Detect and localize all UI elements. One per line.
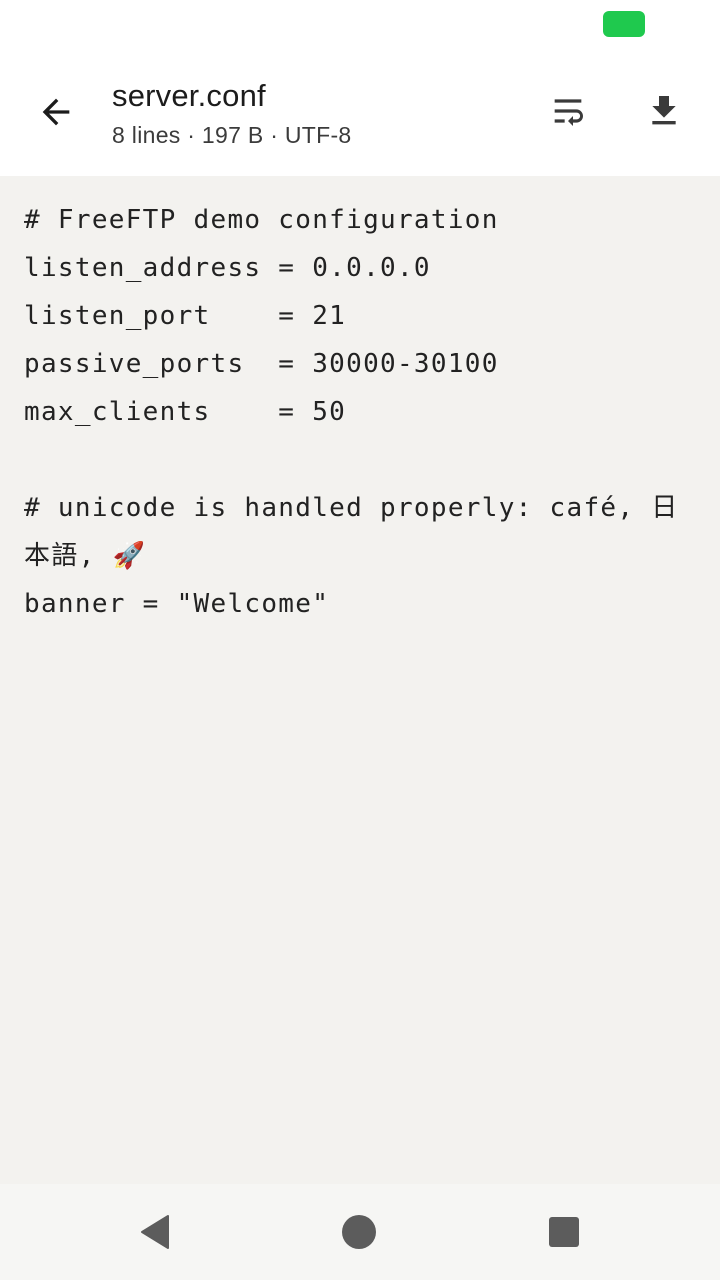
back-button[interactable] (24, 80, 88, 144)
code-line: passive_ports = 30000-30100 (24, 349, 499, 379)
code-line: listen_address = 0.0.0.0 (24, 253, 431, 283)
file-content-viewer[interactable]: # FreeFTP demo configuration listen_addr… (0, 176, 720, 1184)
code-lines: # FreeFTP demo configuration listen_addr… (24, 196, 696, 628)
code-line: banner = "Welcome" (24, 589, 330, 619)
nav-recents-button[interactable] (532, 1200, 596, 1264)
wrap-text-button[interactable] (536, 79, 600, 143)
download-button[interactable] (632, 79, 696, 143)
nav-back-button[interactable] (124, 1200, 188, 1264)
code-line: # FreeFTP demo configuration (24, 205, 499, 235)
code-line: # unicode is handled properly: café, 日本語… (24, 493, 679, 571)
status-bar (0, 0, 720, 48)
wrap-text-icon (554, 99, 583, 126)
download-icon (652, 96, 676, 125)
code-line: max_clients = 50 (24, 397, 347, 427)
nav-back-icon (141, 1215, 169, 1249)
nav-home-icon (342, 1215, 376, 1249)
nav-home-button[interactable] (327, 1200, 391, 1264)
nav-recents-icon (549, 1217, 579, 1247)
file-title: server.conf (112, 78, 266, 113)
code-line: listen_port = 21 (24, 301, 347, 331)
battery-icon (603, 11, 645, 37)
file-meta: 8 lines · 197 B · UTF-8 (112, 122, 352, 148)
arrow-back-icon (42, 98, 70, 126)
system-nav-bar (0, 1184, 720, 1280)
screen: server.conf 8 lines · 197 B · UTF-8 # Fr… (0, 0, 720, 1280)
app-bar: server.conf 8 lines · 197 B · UTF-8 (0, 48, 720, 176)
